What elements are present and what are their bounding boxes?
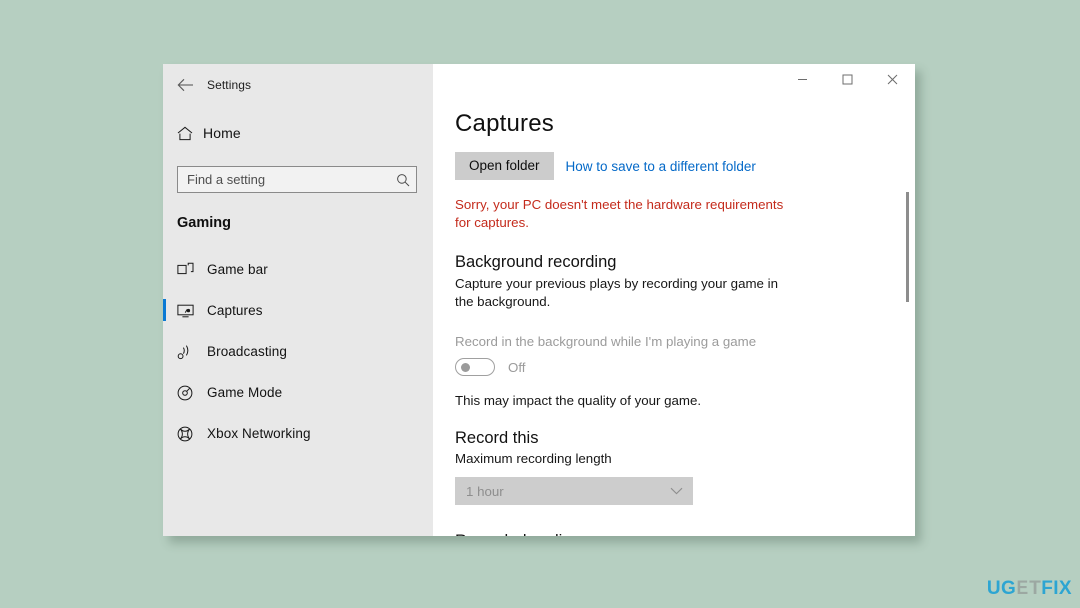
background-recording-heading: Background recording xyxy=(455,253,617,271)
background-recording-toggle-row: Off xyxy=(455,358,915,376)
game-bar-icon xyxy=(177,262,207,277)
sidebar-item-game-mode[interactable]: Game Mode xyxy=(163,372,433,413)
page-title: Captures xyxy=(455,110,554,137)
toggle-state-label: Off xyxy=(508,359,526,375)
app-title: Settings xyxy=(207,78,252,92)
content-pane: Captures Open folder How to save to a di… xyxy=(433,64,915,536)
search-input[interactable] xyxy=(178,167,390,192)
titlebar-left: Settings xyxy=(163,64,433,106)
sidebar-item-label: Xbox Networking xyxy=(207,426,311,441)
content-body: Captures Open folder How to save to a di… xyxy=(433,106,915,536)
max-recording-length-dropdown[interactable]: 1 hour xyxy=(455,477,693,505)
sidebar-item-xbox-networking[interactable]: Xbox Networking xyxy=(163,413,433,454)
sidebar-category-title: Gaming xyxy=(177,215,231,231)
sidebar-item-label: Game Mode xyxy=(207,385,283,400)
hardware-warning-text: Sorry, your PC doesn't meet the hardware… xyxy=(455,197,784,230)
sidebar-item-captures[interactable]: Captures xyxy=(163,290,433,331)
sidebar-item-label: Broadcasting xyxy=(207,344,287,359)
watermark-part3: T xyxy=(1029,578,1042,599)
recorded-audio-heading: Recorded audio xyxy=(455,532,915,536)
watermark-part2: E xyxy=(1016,578,1029,599)
home-icon xyxy=(177,126,203,141)
sidebar-item-game-bar[interactable]: Game bar xyxy=(163,249,433,290)
background-recording-toggle-label: Record in the background while I'm playi… xyxy=(455,334,757,349)
scrollbar-thumb[interactable] xyxy=(906,192,909,302)
open-folder-button[interactable]: Open folder xyxy=(455,152,554,180)
search-box[interactable] xyxy=(177,166,417,193)
action-row: Open folder How to save to a different f… xyxy=(455,152,915,180)
xbox-icon xyxy=(177,426,207,442)
back-arrow-icon[interactable] xyxy=(163,64,207,106)
selection-indicator xyxy=(163,299,166,321)
game-mode-icon xyxy=(177,385,207,401)
settings-window: Settings Home Gaming xyxy=(163,64,915,536)
broadcasting-icon xyxy=(177,344,207,360)
quality-impact-note: This may impact the quality of your game… xyxy=(455,393,702,408)
sidebar-item-label: Home xyxy=(203,125,241,141)
sidebar-item-home[interactable]: Home xyxy=(163,118,433,148)
maximize-icon[interactable] xyxy=(825,64,870,94)
sidebar-item-label: Captures xyxy=(207,303,263,318)
captures-icon xyxy=(177,303,207,318)
window-controls xyxy=(433,64,915,106)
background-recording-description: Capture your previous plays by recording… xyxy=(455,276,778,309)
close-icon[interactable] xyxy=(870,64,915,94)
sidebar-item-broadcasting[interactable]: Broadcasting xyxy=(163,331,433,372)
watermark-part1: UG xyxy=(986,578,1017,599)
search-icon[interactable] xyxy=(390,173,416,187)
ugetfix-watermark: UG E T FIX xyxy=(987,578,1072,600)
chevron-down-icon xyxy=(670,487,683,495)
toggle-knob xyxy=(461,363,470,372)
dropdown-value: 1 hour xyxy=(466,483,504,499)
watermark-part4: FIX xyxy=(1041,578,1072,599)
different-folder-link[interactable]: How to save to a different folder xyxy=(566,159,756,174)
minimize-icon[interactable] xyxy=(780,64,825,94)
background-recording-toggle[interactable] xyxy=(455,358,495,376)
sidebar-nav-list: Game bar Captures Broadcasting Game Mode… xyxy=(163,249,433,454)
sidebar: Settings Home Gaming xyxy=(163,64,433,536)
content-scrollbar[interactable] xyxy=(903,110,912,536)
record-this-heading: Record this xyxy=(455,429,539,447)
sidebar-item-label: Game bar xyxy=(207,262,268,277)
max-recording-length-label: Maximum recording length xyxy=(455,451,612,466)
